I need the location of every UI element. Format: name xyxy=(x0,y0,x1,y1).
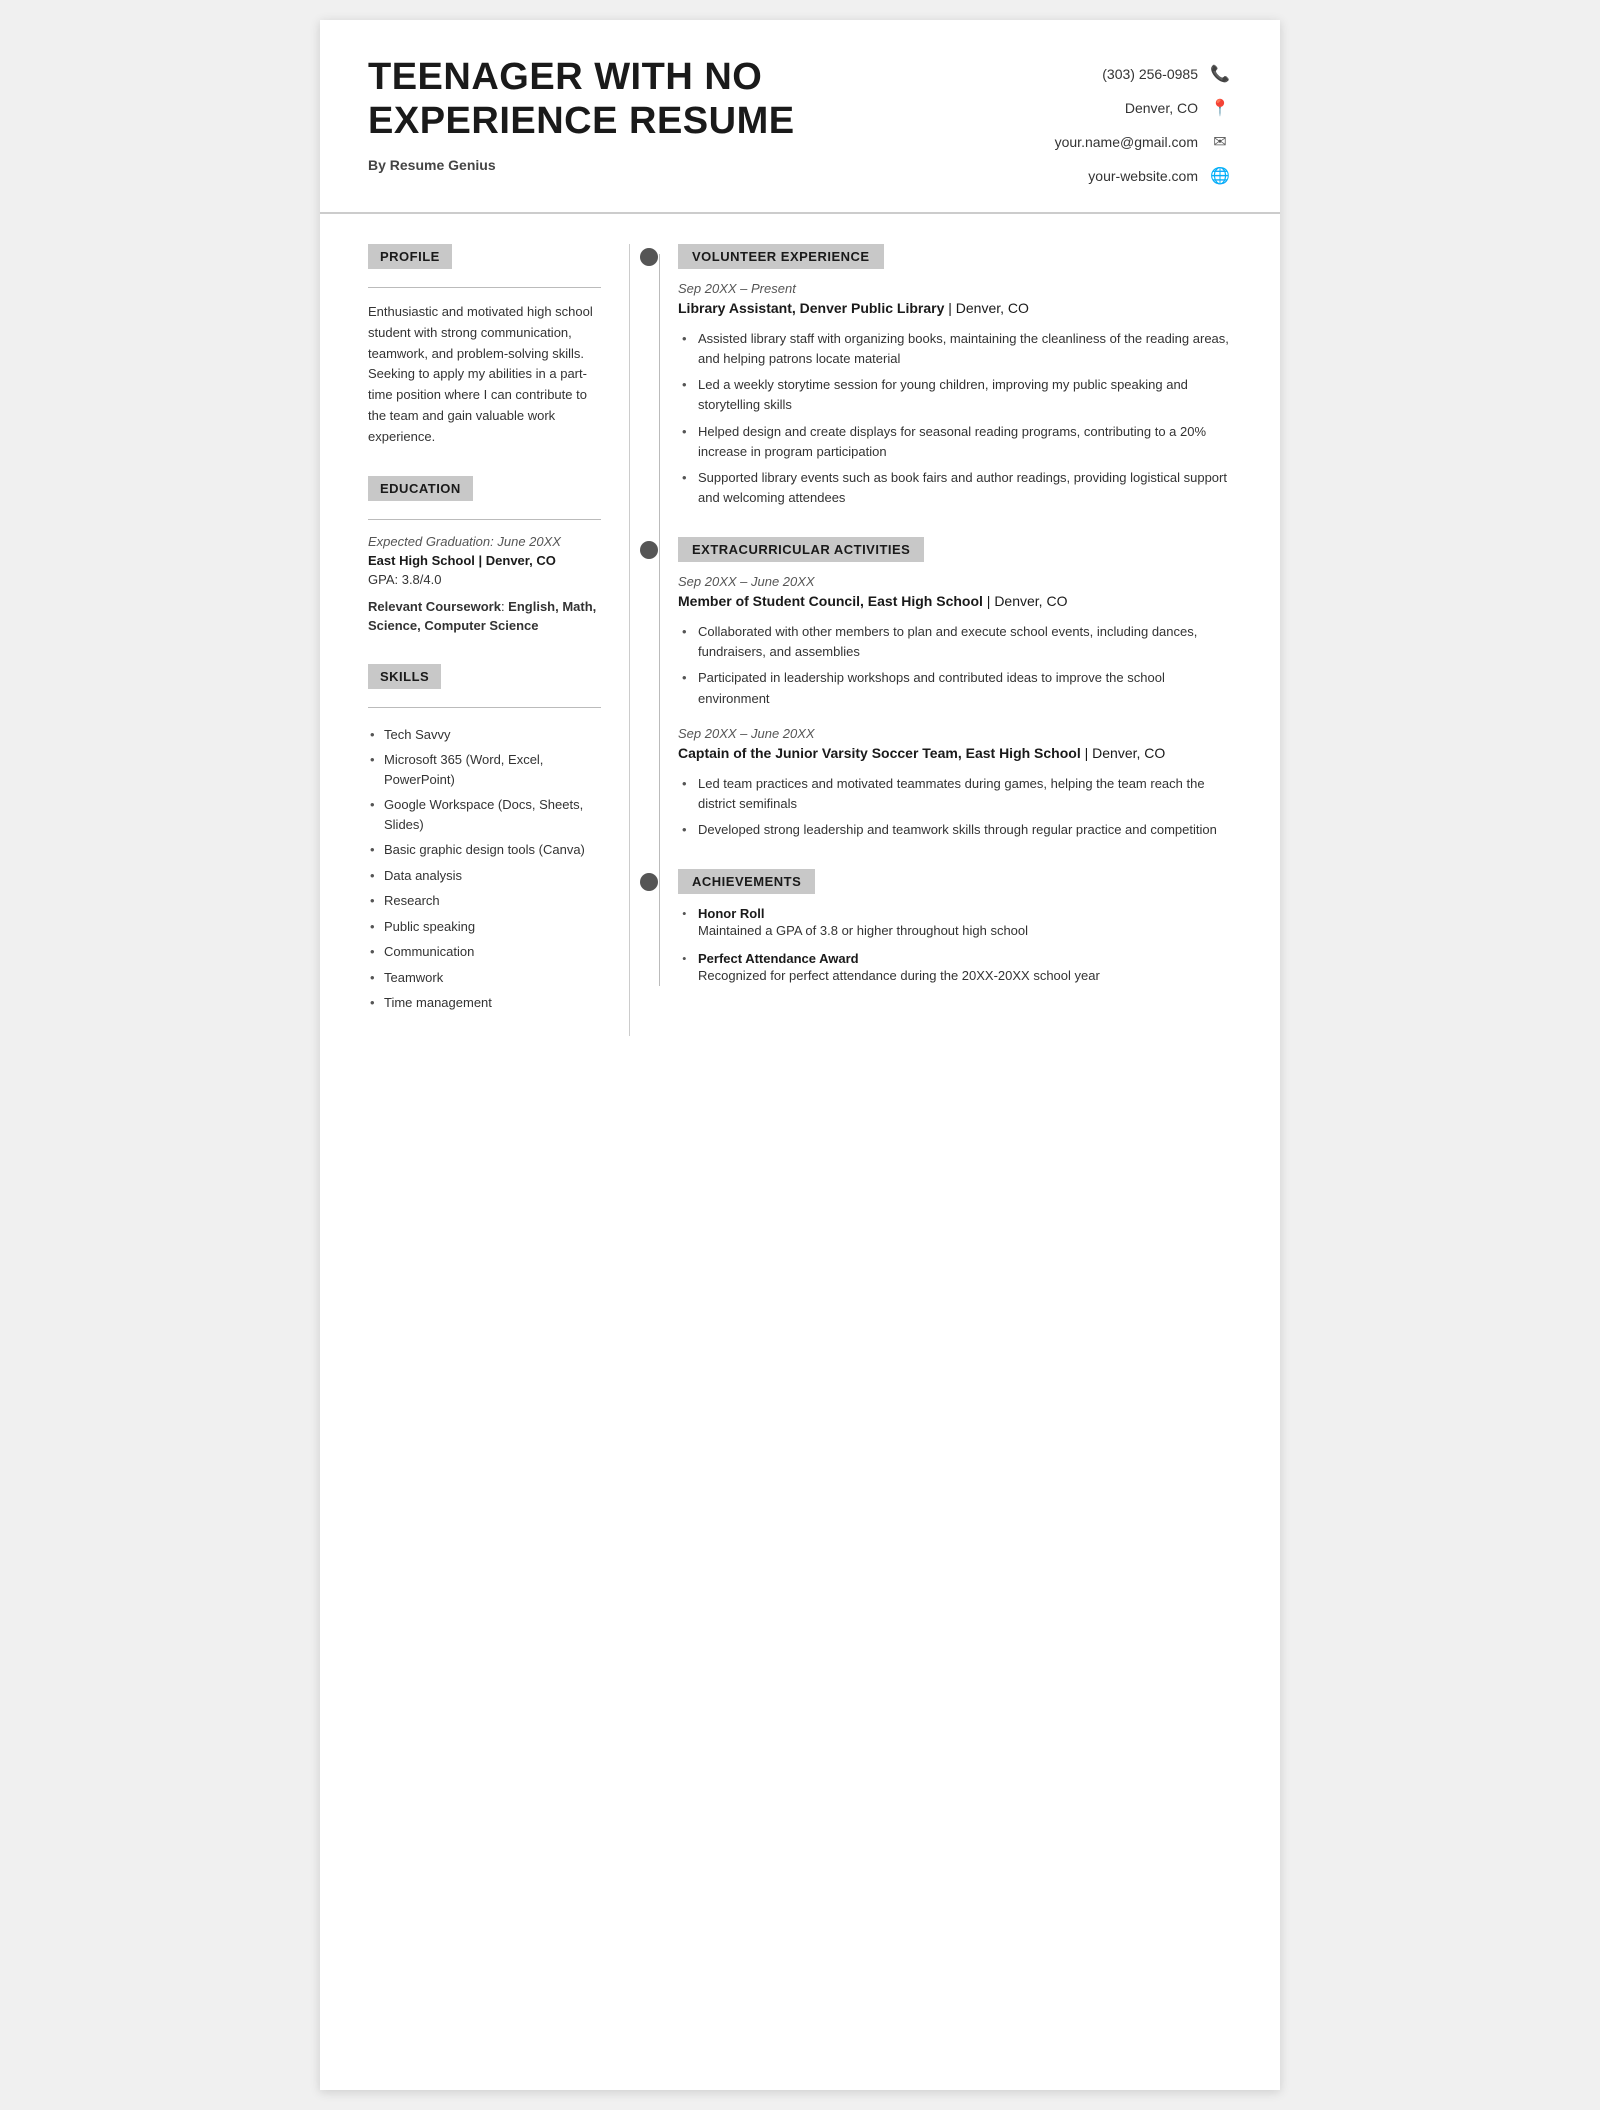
coursework: Relevant Coursework: English, Math, Scie… xyxy=(368,597,601,636)
header: TEENAGER WITH NO EXPERIENCE RESUME By Re… xyxy=(320,20,1280,214)
skill-item: Time management xyxy=(368,990,601,1016)
achievement-desc: Maintained a GPA of 3.8 or higher throug… xyxy=(698,921,1232,941)
phone-text: (303) 256-0985 xyxy=(1102,66,1198,82)
extracurricular-dot xyxy=(640,541,658,559)
skill-item: Tech Savvy xyxy=(368,722,601,748)
entry-date: Sep 20XX – Present xyxy=(678,281,1232,296)
graduation-date: Expected Graduation: June 20XX xyxy=(368,534,601,549)
entry-title: Library Assistant, Denver Public Library… xyxy=(678,300,1232,316)
achievements-dot xyxy=(640,873,658,891)
bullet-item: Assisted library staff with organizing b… xyxy=(678,326,1232,372)
achievement-item: Perfect Attendance AwardRecognized for p… xyxy=(678,951,1232,986)
bullet-list: Led team practices and motivated teammat… xyxy=(678,771,1232,843)
volunteer-dot xyxy=(640,248,658,266)
skills-list: Tech SavvyMicrosoft 365 (Word, Excel, Po… xyxy=(368,722,601,1016)
volunteer-header: VOLUNTEER EXPERIENCE xyxy=(678,244,884,269)
achievements-header: ACHIEVEMENTS xyxy=(678,869,815,894)
entry-title: Captain of the Junior Varsity Soccer Tea… xyxy=(678,745,1232,761)
skills-header: SKILLS xyxy=(368,664,441,689)
skill-item: Communication xyxy=(368,939,601,965)
website-icon: 🌐 xyxy=(1208,164,1232,188)
entry: Sep 20XX – June 20XX Captain of the Junio… xyxy=(678,726,1232,843)
achievements-section: ACHIEVEMENTS Honor RollMaintained a GPA … xyxy=(678,869,1232,986)
volunteer-section: VOLUNTEER EXPERIENCE Sep 20XX – Present L… xyxy=(678,244,1232,511)
left-column: PROFILE Enthusiastic and motivated high … xyxy=(320,244,630,1036)
skills-header-row: SKILLS xyxy=(368,664,601,703)
education-divider xyxy=(368,519,601,520)
education-header: EDUCATION xyxy=(368,476,473,501)
right-column: VOLUNTEER EXPERIENCE Sep 20XX – Present L… xyxy=(630,244,1280,1036)
skill-item: Data analysis xyxy=(368,863,601,889)
contact-info: (303) 256-0985 📞 Denver, CO 📍 your.name@… xyxy=(1055,56,1232,188)
location-row: Denver, CO 📍 xyxy=(1125,96,1232,120)
website-row: your-website.com 🌐 xyxy=(1088,164,1232,188)
bullet-list: Assisted library staff with organizing b… xyxy=(678,326,1232,511)
bullet-list: Collaborated with other members to plan … xyxy=(678,619,1232,712)
skill-item: Teamwork xyxy=(368,965,601,991)
right-col-inner: VOLUNTEER EXPERIENCE Sep 20XX – Present L… xyxy=(630,244,1232,986)
entry-title: Member of Student Council, East High Sch… xyxy=(678,593,1232,609)
skills-divider xyxy=(368,707,601,708)
email-icon: ✉ xyxy=(1208,130,1232,154)
extracurricular-header: EXTRACURRICULAR ACTIVITIES xyxy=(678,537,924,562)
achievement-desc: Recognized for perfect attendance during… xyxy=(698,966,1232,986)
profile-divider xyxy=(368,287,601,288)
phone-icon: 📞 xyxy=(1208,62,1232,86)
resume-page: TEENAGER WITH NO EXPERIENCE RESUME By Re… xyxy=(320,20,1280,2090)
entry-date: Sep 20XX – June 20XX xyxy=(678,574,1232,589)
bullet-item: Led a weekly storytime session for young… xyxy=(678,372,1232,418)
bullet-item: Supported library events such as book fa… xyxy=(678,465,1232,511)
gpa: GPA: 3.8/4.0 xyxy=(368,572,601,587)
bullet-item: Participated in leadership workshops and… xyxy=(678,665,1232,711)
skill-item: Basic graphic design tools (Canva) xyxy=(368,837,601,863)
coursework-label: Relevant Coursework xyxy=(368,599,501,614)
header-left: TEENAGER WITH NO EXPERIENCE RESUME By Re… xyxy=(368,56,848,173)
achievement-item: Honor RollMaintained a GPA of 3.8 or hig… xyxy=(678,906,1232,941)
location-icon: 📍 xyxy=(1208,96,1232,120)
achievement-items: Honor RollMaintained a GPA of 3.8 or hig… xyxy=(678,906,1232,986)
body: PROFILE Enthusiastic and motivated high … xyxy=(320,214,1280,1066)
achievements-header-row: ACHIEVEMENTS xyxy=(678,869,1232,894)
extracurricular-section: EXTRACURRICULAR ACTIVITIES Sep 20XX – Ju… xyxy=(678,537,1232,843)
achievement-title: Perfect Attendance Award xyxy=(698,951,1232,966)
skills-section: SKILLS Tech SavvyMicrosoft 365 (Word, Ex… xyxy=(368,664,601,1016)
profile-header: PROFILE xyxy=(368,244,452,269)
bullet-item: Collaborated with other members to plan … xyxy=(678,619,1232,665)
entry: Sep 20XX – June 20XX Member of Student Co… xyxy=(678,574,1232,712)
bullet-item: Helped design and create displays for se… xyxy=(678,419,1232,465)
skill-item: Microsoft 365 (Word, Excel, PowerPoint) xyxy=(368,747,601,792)
email-row: your.name@gmail.com ✉ xyxy=(1055,130,1232,154)
skill-item: Google Workspace (Docs, Sheets, Slides) xyxy=(368,792,601,837)
location-text: Denver, CO xyxy=(1125,100,1198,116)
skill-item: Public speaking xyxy=(368,914,601,940)
byline: By Resume Genius xyxy=(368,157,848,173)
bullet-item: Led team practices and motivated teammat… xyxy=(678,771,1232,817)
profile-header-row: PROFILE xyxy=(368,244,601,283)
education-header-row: EDUCATION xyxy=(368,476,601,515)
resume-title: TEENAGER WITH NO EXPERIENCE RESUME xyxy=(368,56,848,143)
entry-date: Sep 20XX – June 20XX xyxy=(678,726,1232,741)
volunteer-entries: Sep 20XX – Present Library Assistant, Den… xyxy=(678,281,1232,511)
profile-text: Enthusiastic and motivated high school s… xyxy=(368,302,601,448)
school-name: East High School | Denver, CO xyxy=(368,553,601,568)
education-section: EDUCATION Expected Graduation: June 20XX… xyxy=(368,476,601,636)
extracurricular-header-row: EXTRACURRICULAR ACTIVITIES xyxy=(678,537,1232,562)
website-text: your-website.com xyxy=(1088,168,1198,184)
email-text: your.name@gmail.com xyxy=(1055,134,1198,150)
volunteer-header-row: VOLUNTEER EXPERIENCE xyxy=(678,244,1232,269)
entry: Sep 20XX – Present Library Assistant, Den… xyxy=(678,281,1232,511)
extracurricular-entries: Sep 20XX – June 20XX Member of Student Co… xyxy=(678,574,1232,843)
profile-section: PROFILE Enthusiastic and motivated high … xyxy=(368,244,601,448)
bullet-item: Developed strong leadership and teamwork… xyxy=(678,817,1232,843)
skill-item: Research xyxy=(368,888,601,914)
achievement-title: Honor Roll xyxy=(698,906,1232,921)
phone-row: (303) 256-0985 📞 xyxy=(1102,62,1232,86)
